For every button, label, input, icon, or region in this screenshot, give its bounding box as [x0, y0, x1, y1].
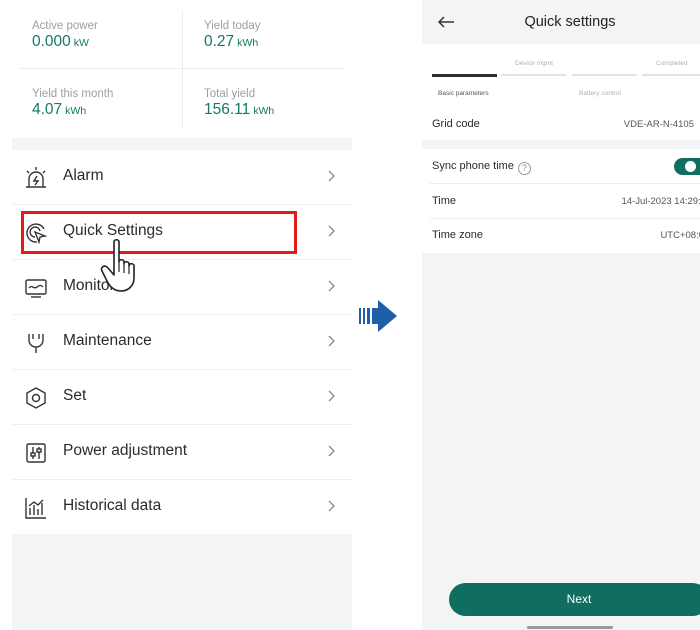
home-indicator	[527, 626, 613, 629]
maintenance-icon	[28, 334, 44, 353]
divider	[182, 10, 183, 128]
screenshot-root: Active power 0.000 kW Yield today 0.27 kWh…	[0, 0, 700, 630]
chevron-right-icon	[328, 390, 335, 402]
menu-label: Set	[63, 387, 87, 404]
step-label: Device mgmt	[515, 60, 553, 67]
chevron-right-icon	[328, 335, 335, 347]
menu-item-power-adjustment[interactable]: Power adjustment	[12, 425, 352, 480]
page-title: Quick settings	[524, 14, 616, 30]
stat-value: 4.07 kWh	[32, 101, 87, 118]
chevron-right-icon	[328, 445, 335, 457]
left-screen: Active power 0.000 kW Yield today 0.27 kWh…	[12, 0, 352, 630]
time-value[interactable]: 14-Jul-2023 14:29:4	[621, 196, 700, 207]
stats-panel: Active power 0.000 kW Yield today 0.27 kWh…	[12, 0, 352, 138]
top-bar: Quick settings	[422, 0, 700, 44]
time-zone-label: Time zone	[432, 229, 483, 241]
stat-label: Yield this month	[32, 88, 114, 100]
stat-label: Yield today	[204, 20, 261, 32]
menu-label: Maintenance	[63, 332, 152, 349]
chevron-right-icon	[328, 280, 335, 292]
stat-active-power: Active power 0.000 kW	[12, 0, 182, 69]
stat-total-yield: Total yield 156.11 kWh	[184, 68, 354, 137]
menu-label: Alarm	[63, 167, 104, 184]
menu-item-monitor[interactable]: Monitor	[12, 260, 352, 315]
step-bar	[572, 74, 637, 76]
menu-item-set[interactable]: Set	[12, 370, 352, 425]
sync-phone-time-label: Sync phone time?	[432, 160, 531, 175]
stat-value: 0.27 kWh	[204, 33, 259, 50]
historical-data-icon	[25, 498, 46, 519]
menu-list: Alarm Quick Settings Monitor Maintenance…	[12, 150, 352, 534]
sync-phone-time-toggle[interactable]	[674, 158, 700, 175]
highlight-box	[21, 211, 297, 254]
grid-code-label: Grid code	[432, 118, 480, 130]
stat-label: Total yield	[204, 88, 256, 100]
divider	[430, 183, 700, 184]
divider	[20, 68, 344, 69]
menu-item-alarm[interactable]: Alarm	[12, 150, 352, 205]
divider	[430, 218, 700, 219]
monitor-icon	[25, 279, 47, 298]
stat-yield-today: Yield today 0.27 kWh	[184, 0, 354, 69]
step-bar	[642, 74, 700, 76]
alarm-icon	[26, 167, 46, 188]
menu-label: Power adjustment	[63, 442, 188, 459]
next-button[interactable]: Next	[449, 583, 700, 616]
step-label: Completed	[656, 60, 688, 67]
step-label: Battery control	[579, 90, 621, 97]
chevron-right-icon	[328, 500, 335, 512]
power-adjustment-icon	[26, 443, 46, 463]
settings-hexagon-icon	[26, 387, 46, 409]
stat-yield-month: Yield this month 4.07 kWh	[12, 68, 182, 137]
chevron-right-icon	[328, 225, 335, 237]
step-label: Basic parameters	[438, 90, 489, 97]
time-zone-value[interactable]: UTC+08:0	[660, 230, 700, 241]
pointer-hand-icon	[100, 238, 135, 292]
stat-value: 0.000 kW	[32, 33, 89, 50]
grid-code-row[interactable]: Grid code VDE-AR-N-4105	[422, 102, 700, 140]
step-bar-active	[432, 74, 497, 77]
menu-label: Historical data	[63, 497, 162, 514]
stat-value: 156.11 kWh	[204, 101, 275, 118]
right-screen: Quick settings Device mgmt Completed Bas…	[422, 0, 700, 630]
menu-item-maintenance[interactable]: Maintenance	[12, 315, 352, 370]
chevron-right-icon	[328, 170, 335, 182]
step-bar	[501, 74, 566, 76]
help-icon[interactable]: ?	[517, 162, 531, 175]
menu-item-historical-data[interactable]: Historical data	[12, 480, 352, 535]
time-settings-card: Sync phone time? Time 14-Jul-2023 14:29:…	[422, 149, 700, 253]
grid-code-value: VDE-AR-N-4105	[623, 119, 694, 130]
step-indicator: Device mgmt Completed Basic parameters B…	[422, 44, 700, 102]
transition-arrow-icon	[359, 300, 397, 332]
time-label: Time	[432, 195, 457, 207]
stat-label: Active power	[32, 20, 98, 32]
